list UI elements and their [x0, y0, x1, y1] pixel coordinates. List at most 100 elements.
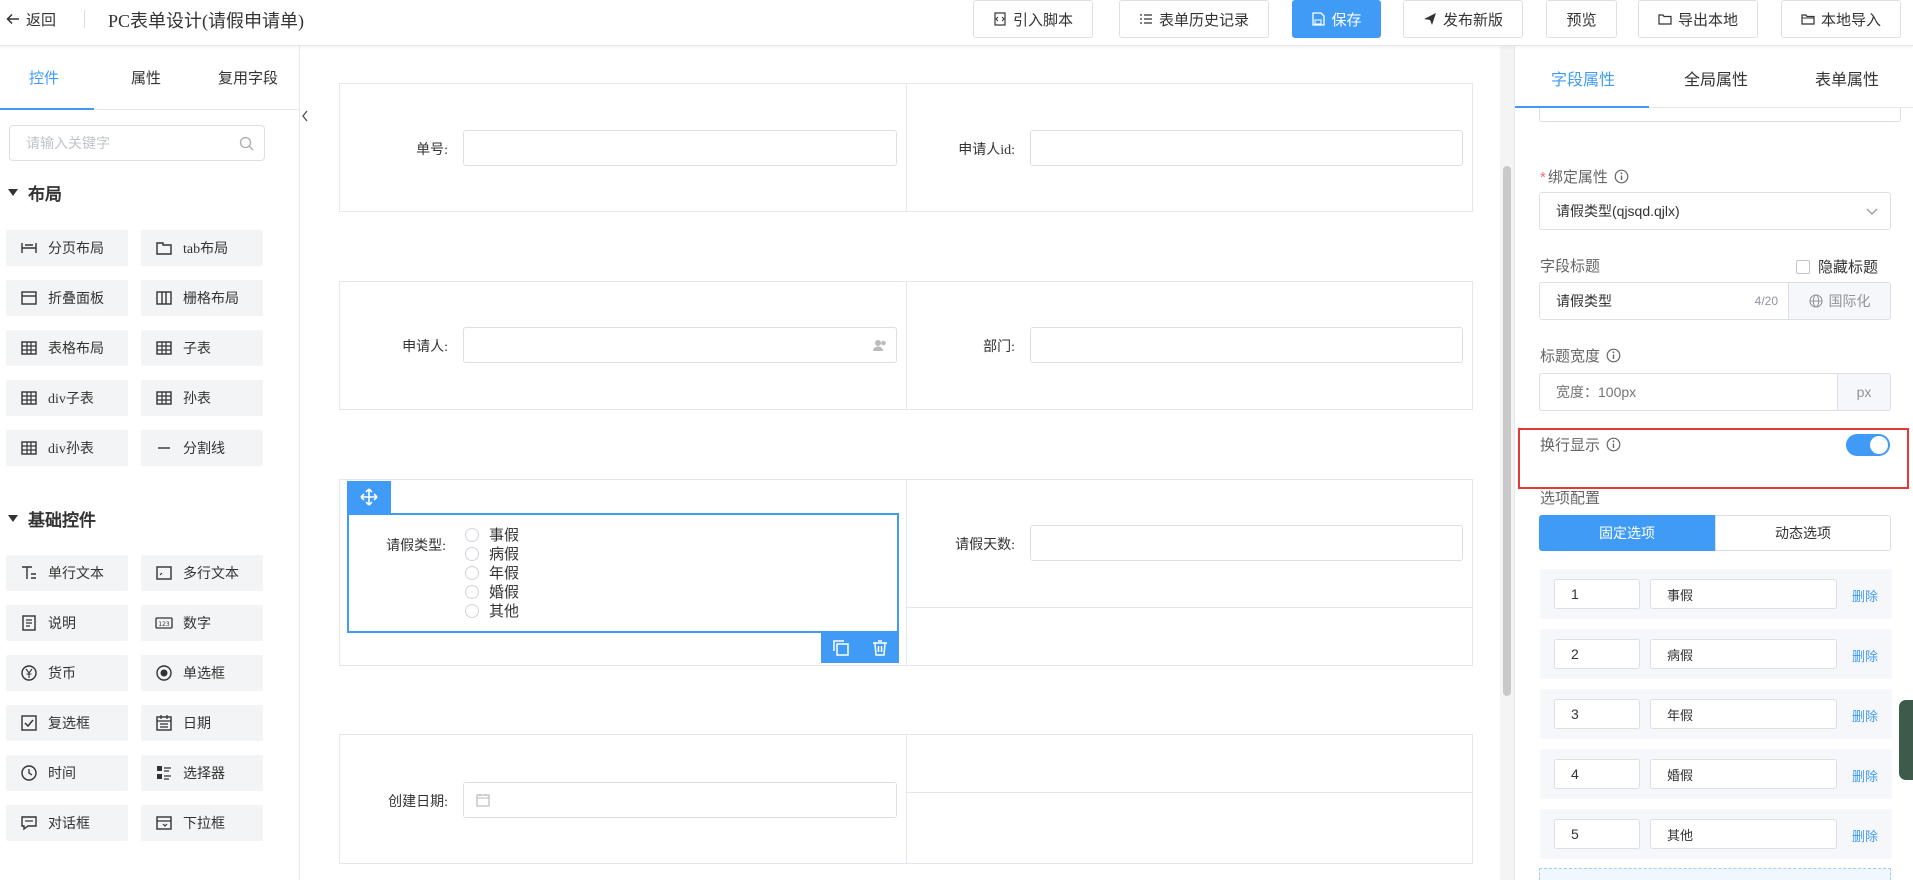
control-tab-layout[interactable]: tab布局 [141, 230, 263, 266]
option-value-input[interactable]: 3 [1554, 699, 1640, 729]
option-value-input[interactable]: 2 [1554, 639, 1640, 669]
created-date-input[interactable] [463, 782, 897, 818]
user-group-icon[interactable] [872, 338, 888, 352]
export-local-button[interactable]: 导出本地 [1638, 0, 1758, 38]
history-button[interactable]: 表单历史记录 [1119, 0, 1269, 38]
leave-type-field-selected[interactable]: 请假类型: 事假 病假 年假 婚假 其他 [347, 513, 899, 633]
delete-option-link[interactable]: 删除 [1852, 766, 1878, 785]
control-dropdown[interactable]: 下拉框 [141, 805, 263, 841]
radio-option[interactable]: 事假 [465, 524, 519, 545]
options-config-text: 选项配置 [1540, 490, 1601, 507]
control-paging-layout[interactable]: 分页布局 [6, 230, 128, 266]
tab-properties[interactable]: 属性 [131, 67, 161, 88]
floating-side-widget[interactable] [1899, 700, 1913, 780]
add-option-area[interactable] [1539, 868, 1891, 880]
i18n-label: 国际化 [1828, 293, 1871, 309]
info-icon[interactable] [1606, 348, 1621, 363]
department-input[interactable] [1030, 327, 1463, 363]
top-bar: 返回 PC表单设计(请假申请单) 引入脚本 表单历史记录 保存 发布新版 预览 … [0, 0, 1913, 46]
control-radio[interactable]: 单选框 [141, 655, 263, 691]
preview-button[interactable]: 预览 [1546, 0, 1617, 38]
radio-option[interactable]: 病假 [465, 543, 519, 564]
delete-option-link[interactable]: 删除 [1852, 586, 1878, 605]
delete-option-link[interactable]: 删除 [1852, 706, 1878, 725]
delete-option-link[interactable]: 删除 [1852, 826, 1878, 845]
applicant-id-input[interactable] [1030, 130, 1463, 166]
move-icon [360, 488, 378, 506]
radio-option[interactable]: 年假 [465, 562, 519, 583]
radio-circle [465, 527, 479, 542]
tab-reuse-fields[interactable]: 复用字段 [218, 67, 278, 88]
title-width-field [1539, 373, 1838, 411]
save-button[interactable]: 保存 [1292, 0, 1381, 38]
tab-field-properties[interactable]: 字段属性 [1551, 66, 1615, 90]
control-checkbox[interactable]: 复选框 [6, 705, 128, 741]
applicant-input[interactable] [463, 327, 897, 363]
trash-icon[interactable] [871, 639, 889, 657]
control-subtable[interactable]: 子表 [141, 330, 263, 366]
back-button[interactable]: 返回 [6, 8, 56, 30]
field-title-input[interactable]: 请假类型 4/20 [1539, 282, 1789, 320]
department-label: 部门: [983, 340, 1015, 355]
hide-title-checkbox[interactable]: 隐藏标题 [1796, 256, 1878, 277]
control-dialog[interactable]: 对话框 [6, 805, 128, 841]
option-label-input[interactable]: 婚假 [1650, 759, 1837, 789]
radio-option[interactable]: 婚假 [465, 581, 519, 602]
info-icon[interactable] [1614, 169, 1629, 184]
i18n-button[interactable]: 国际化 [1788, 282, 1891, 320]
collapse-left-handle[interactable] [298, 96, 312, 136]
radio-option[interactable]: 其他 [465, 600, 519, 621]
control-grandchild-table[interactable]: 孙表 [141, 380, 263, 416]
tab-controls[interactable]: 控件 [29, 67, 59, 88]
option-label-input[interactable]: 其他 [1650, 819, 1837, 849]
folder-icon [1658, 14, 1672, 25]
field-title-value: 请假类型 [1556, 293, 1612, 309]
leave-days-input[interactable] [1030, 525, 1463, 561]
section-layout[interactable]: 布局 [8, 180, 62, 205]
delete-option-link[interactable]: 删除 [1852, 646, 1878, 665]
control-selector[interactable]: 选择器 [141, 755, 263, 791]
title-width-text: 标题宽度 [1540, 348, 1601, 365]
copy-icon[interactable] [832, 639, 850, 657]
order-no-input[interactable] [463, 130, 897, 166]
control-collapse-panel[interactable]: 折叠面板 [6, 280, 128, 316]
control-single-line-text[interactable]: 单行文本 [6, 555, 128, 591]
option-label-input[interactable]: 事假 [1650, 579, 1837, 609]
tab-global-properties[interactable]: 全局属性 [1684, 66, 1748, 90]
title-width-input[interactable] [1540, 375, 1820, 409]
control-date[interactable]: 日期 [141, 705, 263, 741]
control-grid-layout[interactable]: 栅格布局 [141, 280, 263, 316]
option-value-input[interactable]: 5 [1554, 819, 1640, 849]
bind-property-select[interactable]: 请假类型(qjsqd.qjlx) [1539, 192, 1891, 230]
control-currency[interactable]: 货币 [6, 655, 128, 691]
control-table-layout[interactable]: 表格布局 [6, 330, 128, 366]
option-label-input[interactable]: 病假 [1650, 639, 1837, 669]
control-label: div孙表 [48, 442, 94, 457]
option-label-input[interactable]: 年假 [1650, 699, 1837, 729]
publish-button[interactable]: 发布新版 [1403, 0, 1523, 38]
move-handle[interactable] [347, 481, 391, 513]
search-icon[interactable] [239, 136, 254, 151]
control-number[interactable]: 123 数字 [141, 605, 263, 641]
section-basic-controls[interactable]: 基础控件 [8, 506, 96, 531]
control-div-subtable[interactable]: div子表 [6, 380, 128, 416]
option-value-input[interactable]: 1 [1554, 579, 1640, 609]
scrollbar-thumb[interactable] [1503, 166, 1511, 696]
control-divider[interactable]: 分割线 [141, 430, 263, 466]
import-script-button[interactable]: 引入脚本 [973, 0, 1093, 38]
table-icon [156, 391, 172, 405]
dynamic-options-tab[interactable]: 动态选项 [1715, 515, 1891, 551]
calendar-icon[interactable] [476, 793, 490, 807]
import-local-button[interactable]: 本地导入 [1781, 0, 1901, 38]
canvas-scrollbar[interactable] [1500, 46, 1514, 880]
option-value-input[interactable]: 4 [1554, 759, 1640, 789]
fixed-options-tab[interactable]: 固定选项 [1539, 515, 1715, 551]
control-div-grandchild-table[interactable]: div孙表 [6, 430, 128, 466]
option-row: 3 年假 删除 [1540, 689, 1892, 739]
control-label: 数字 [183, 617, 211, 632]
control-multi-line-text[interactable]: 多行文本 [141, 555, 263, 591]
search-input[interactable] [10, 126, 220, 160]
tab-form-properties[interactable]: 表单属性 [1815, 66, 1879, 90]
control-description[interactable]: 说明 [6, 605, 128, 641]
control-time[interactable]: 时间 [6, 755, 128, 791]
